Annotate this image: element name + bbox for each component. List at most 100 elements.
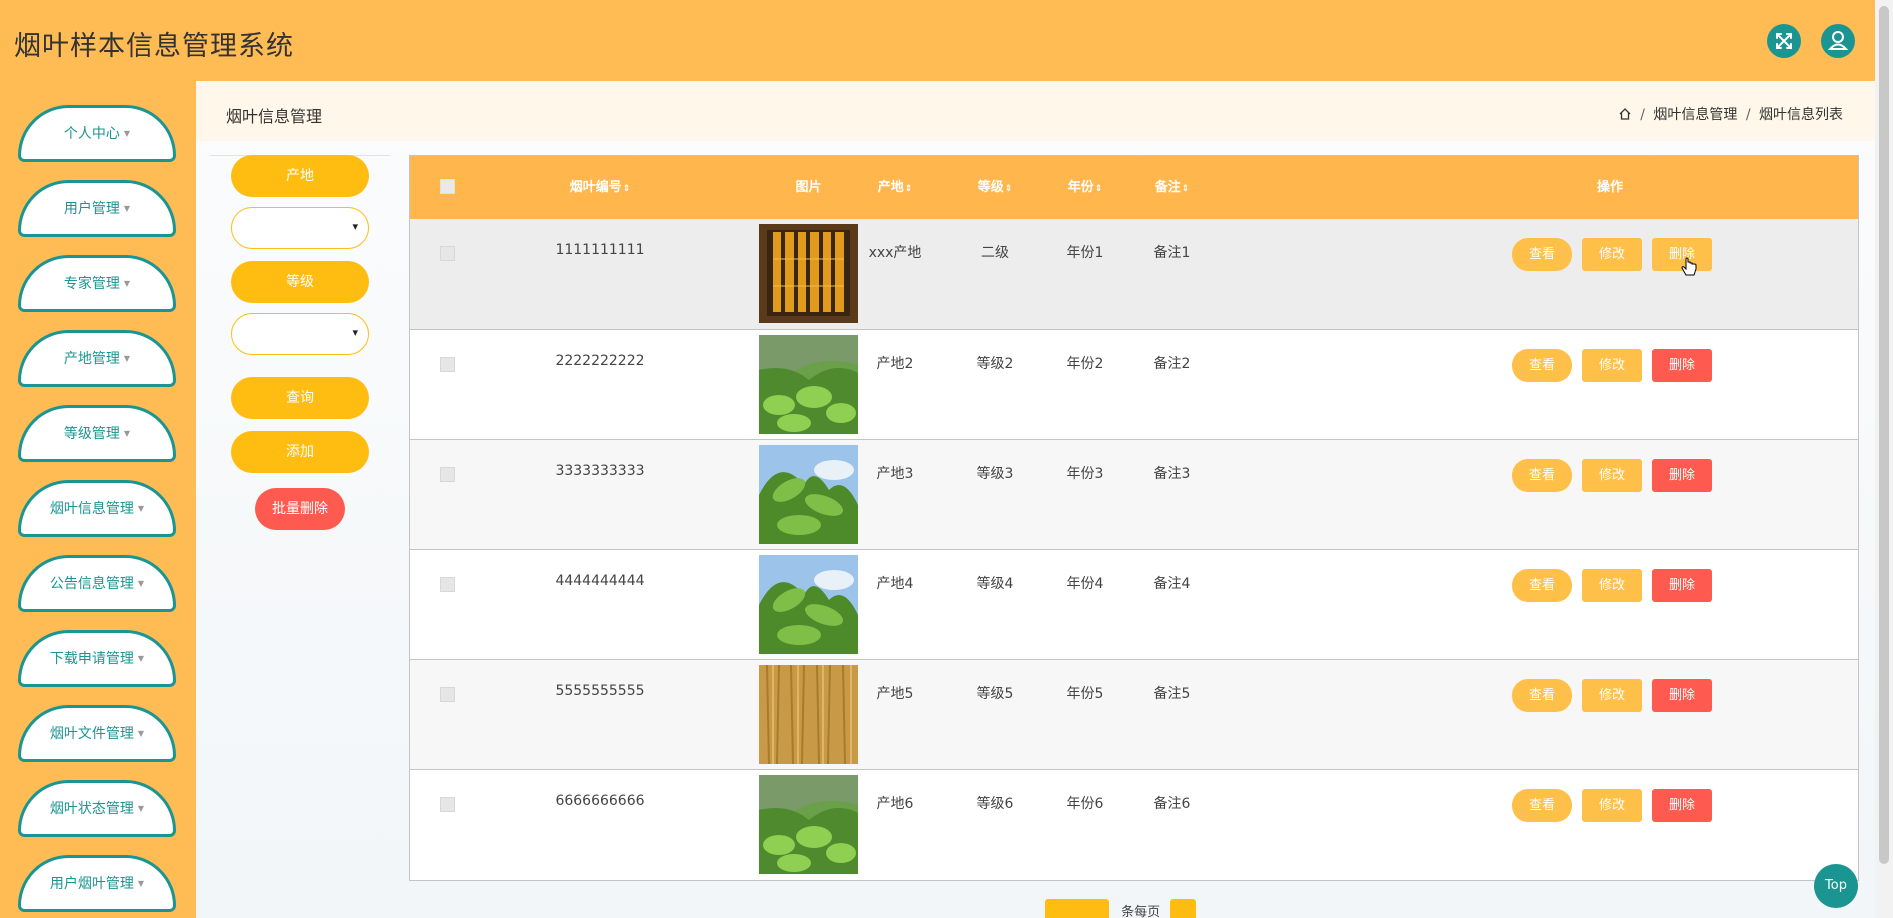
breadcrumb-separator: / [1745,107,1751,123]
table-row: 4444444444 产地4 等级4 年份4 备注4 查看 修改 删除 [410,549,1858,659]
edit-button[interactable]: 修改 [1582,349,1642,382]
col-origin[interactable]: 产地⇕ [840,156,950,219]
col-grade[interactable]: 等级⇕ [950,156,1040,219]
view-button[interactable]: 查看 [1512,459,1572,492]
edit-button[interactable]: 修改 [1582,679,1642,712]
expand-icon[interactable] [1767,24,1801,58]
sidebar-item-users[interactable]: 用户管理 ▼ [18,180,176,237]
sidebar-item-label: 烟叶状态管理 [49,801,134,817]
sidebar-item-label: 下载申请管理 [49,651,134,667]
edit-button[interactable]: 修改 [1582,569,1642,602]
col-year[interactable]: 年份⇕ [1045,156,1125,219]
caret-down-icon: ▼ [137,879,145,888]
caret-down-icon: ▼ [123,429,131,438]
cell-year: 年份4 [1066,576,1104,592]
tobacco-plant-sky-image [759,555,858,654]
delete-button[interactable]: 删除 [1652,459,1712,492]
cell-origin: 产地6 [876,796,914,812]
breadcrumb-level1[interactable]: 烟叶信息管理 [1653,107,1737,123]
cell-remark: 备注4 [1153,576,1191,592]
delete-button[interactable]: 删除 [1652,789,1712,822]
row-checkbox[interactable] [440,467,455,482]
sidebar-item-files[interactable]: 烟叶文件管理 ▼ [18,705,176,762]
row-checkbox[interactable] [440,797,455,812]
user-icon[interactable] [1821,24,1855,58]
caret-down-icon: ▼ [137,654,145,663]
sidebar-item-grades[interactable]: 等级管理 ▼ [18,405,176,462]
delete-button[interactable]: 删除 [1652,569,1712,602]
sidebar-item-profile[interactable]: 个人中心 ▼ [18,105,176,162]
breadcrumb-level2: 烟叶信息列表 [1759,107,1843,123]
cell-year: 年份3 [1066,466,1104,482]
view-button[interactable]: 查看 [1512,569,1572,602]
cell-remark: 备注3 [1153,466,1191,482]
sidebar-item-user-tobacco[interactable]: 用户烟叶管理 ▼ [18,855,176,912]
back-to-top-button[interactable]: Top [1814,864,1858,908]
cell-remark: 备注2 [1153,356,1191,372]
sidebar-item-status[interactable]: 烟叶状态管理 ▼ [18,780,176,837]
delete-button[interactable]: 删除 [1652,679,1712,712]
cell-origin: 产地3 [876,466,914,482]
row-checkbox[interactable] [440,577,455,592]
col-action: 操作 [1596,180,1623,195]
view-button[interactable]: 查看 [1512,238,1572,271]
sort-icon: ⇕ [1094,184,1103,194]
sidebar-item-notices[interactable]: 公告信息管理 ▼ [18,555,176,612]
caret-down-icon: ▼ [123,129,131,138]
sidebar-item-label: 烟叶信息管理 [49,501,134,517]
select-all-checkbox[interactable] [440,179,455,194]
sidebar-item-experts[interactable]: 专家管理 ▼ [18,255,176,312]
sidebar-item-label: 用户烟叶管理 [49,876,134,892]
sidebar-item-tobacco-info[interactable]: 烟叶信息管理 ▼ [18,480,176,537]
home-icon[interactable] [1618,107,1636,123]
vertical-scrollbar[interactable] [1875,0,1893,918]
cell-remark: 备注6 [1153,796,1191,812]
tobacco-field-image [759,335,858,434]
cell-code: 6666666666 [555,793,645,809]
pagination: 条每页 [1045,899,1197,918]
sidebar-item-origins[interactable]: 产地管理 ▼ [18,330,176,387]
table-row: 6666666666 产地6 等级6 年份6 备注6 查看 修改 删除 [410,769,1858,879]
delete-button[interactable]: 删除 [1652,349,1712,382]
view-button[interactable]: 查看 [1512,679,1572,712]
cell-origin: 产地5 [876,686,914,702]
app-title: 烟叶样本信息管理系统 [14,31,294,62]
sort-icon: ⇕ [1181,184,1190,194]
sidebar-item-label: 等级管理 [63,426,120,442]
top-header: 烟叶样本信息管理系统 [0,0,1893,81]
edit-button[interactable]: 修改 [1582,789,1642,822]
col-code[interactable]: 烟叶编号⇕ [490,156,710,219]
col-remark[interactable]: 备注⇕ [1132,156,1212,219]
caret-down-icon: ▼ [137,504,145,513]
batch-delete-button[interactable]: 批量删除 [255,488,345,530]
page-header-bar: 烟叶信息管理 / 烟叶信息管理 / 烟叶信息列表 [196,81,1875,141]
search-button[interactable]: 查询 [231,377,369,419]
origin-select[interactable]: ▾ [231,207,369,249]
view-button[interactable]: 查看 [1512,789,1572,822]
row-checkbox[interactable] [440,246,455,261]
page-size-select[interactable] [1045,899,1109,918]
sidebar-item-label: 烟叶文件管理 [49,726,134,742]
cell-year: 年份2 [1066,356,1104,372]
edit-button[interactable]: 修改 [1582,459,1642,492]
main-content: 烟叶信息管理 / 烟叶信息管理 / 烟叶信息列表 产地 ▾ 等级 ▾ 查询 添加… [196,81,1875,918]
sort-icon: ⇕ [904,184,913,194]
add-button[interactable]: 添加 [231,431,369,473]
sidebar-item-downloads[interactable]: 下载申请管理 ▼ [18,630,176,687]
cell-origin: 产地2 [876,356,914,372]
view-button[interactable]: 查看 [1512,349,1572,382]
cell-grade: 二级 [981,245,1009,261]
edit-button[interactable]: 修改 [1582,238,1642,271]
scrollbar-thumb[interactable] [1879,6,1889,864]
cell-remark: 备注5 [1153,686,1191,702]
grade-select[interactable]: ▾ [231,313,369,355]
cell-code: 3333333333 [555,463,645,479]
page-number-button[interactable] [1170,899,1197,918]
caret-down-icon: ▼ [137,729,145,738]
sort-icon: ⇕ [1004,184,1013,194]
row-checkbox[interactable] [440,687,455,702]
row-checkbox[interactable] [440,357,455,372]
cell-grade: 等级4 [976,576,1014,592]
origin-filter-label: 产地 [231,155,369,197]
tobacco-plant-sky-image [759,445,858,544]
